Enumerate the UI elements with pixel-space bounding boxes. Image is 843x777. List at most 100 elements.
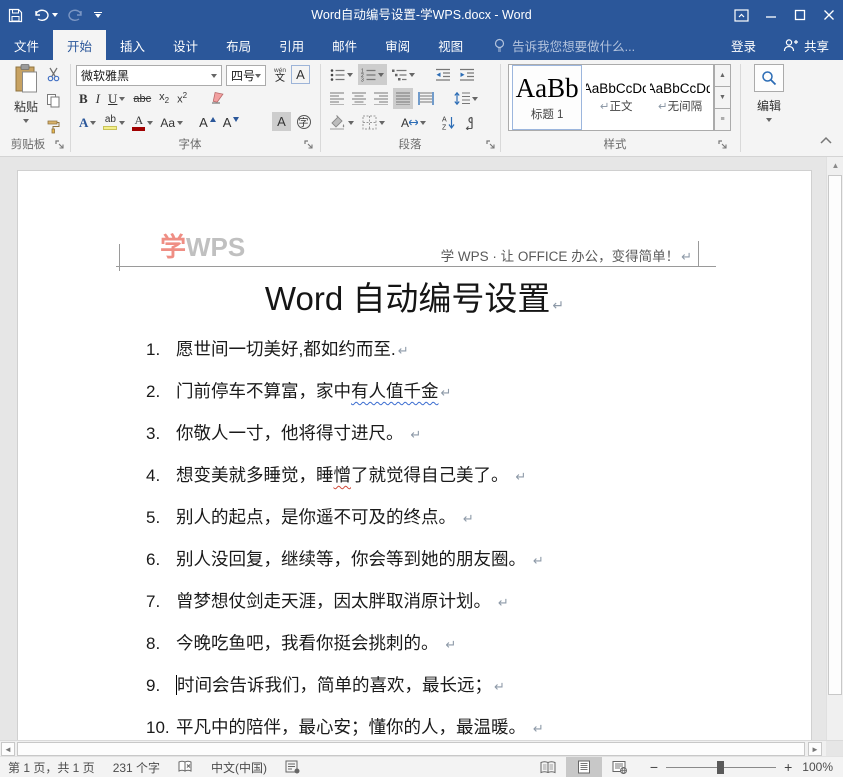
horizontal-scrollbar[interactable]: ◄ ► — [0, 740, 843, 756]
text-effects-button[interactable]: A — [76, 112, 99, 133]
minimize-button[interactable] — [756, 0, 785, 30]
change-case-button[interactable]: Aa — [157, 112, 186, 133]
list-item-7: 7.曾梦想仗剑走天涯，因太胖取消原计划。 ↵ — [146, 588, 509, 613]
bullets-button[interactable] — [327, 64, 356, 85]
group-label-font: 字体 — [150, 136, 230, 152]
scroll-up-icon[interactable]: ▲ — [827, 157, 843, 174]
format-painter-button[interactable] — [46, 119, 61, 137]
tab-insert[interactable]: 插入 — [106, 30, 159, 60]
show-hide-marks-button[interactable] — [461, 112, 480, 133]
maximize-button[interactable] — [785, 0, 814, 30]
style-heading1[interactable]: AaBb 标题 1 — [512, 65, 582, 130]
header-logo: 学WPS — [160, 227, 245, 264]
tab-review[interactable]: 审阅 — [371, 30, 424, 60]
zoom-percentage[interactable]: 100% — [802, 760, 833, 774]
shading-button[interactable] — [326, 112, 357, 133]
vertical-scrollbar-thumb[interactable] — [828, 175, 842, 695]
text-highlight-button[interactable]: ab — [100, 112, 128, 133]
tab-file[interactable]: 文件 — [0, 30, 53, 60]
styles-scroll-up-icon[interactable]: ▲ — [714, 64, 731, 87]
print-layout-button[interactable] — [566, 757, 602, 777]
character-border-button[interactable]: A — [291, 65, 310, 84]
sort-button[interactable]: AZ — [439, 112, 459, 133]
font-size-dropdown-icon — [255, 74, 261, 78]
decrease-indent-button[interactable] — [432, 64, 454, 85]
tab-references[interactable]: 引用 — [265, 30, 318, 60]
character-shading-button[interactable]: A — [272, 112, 291, 131]
subscript-button[interactable]: x2 — [156, 88, 172, 109]
copy-button[interactable] — [46, 93, 61, 111]
underline-dropdown-icon — [119, 97, 125, 101]
distribute-button[interactable] — [415, 88, 437, 109]
close-button[interactable] — [814, 0, 843, 30]
zoom-slider-knob[interactable] — [717, 761, 724, 774]
tell-me-box[interactable]: 告诉我您想要做什么... — [493, 30, 635, 60]
styles-gallery: AaBb 标题 1 AaBbCcDd ↵正文 AaBbCcDd ↵无间隔 — [508, 64, 714, 131]
cut-button[interactable] — [46, 67, 61, 85]
font-name-dropdown-icon — [211, 74, 217, 78]
font-dialog-launcher[interactable] — [304, 140, 316, 152]
signin-button[interactable]: 登录 — [719, 30, 768, 60]
zoom-out-button[interactable]: − — [650, 759, 658, 775]
phonetic-guide-button[interactable]: wén 文 — [270, 65, 290, 86]
font-name-combo[interactable]: 微软雅黑 — [76, 65, 222, 86]
tab-mailings[interactable]: 邮件 — [318, 30, 371, 60]
italic-button[interactable]: I — [93, 88, 103, 109]
vertical-scrollbar[interactable]: ▲ — [826, 157, 843, 740]
clipboard-dialog-launcher[interactable] — [55, 140, 67, 152]
group-label-styles: 样式 — [575, 136, 655, 152]
web-layout-button[interactable] — [602, 757, 638, 777]
paste-clipboard-icon — [13, 64, 39, 94]
scroll-left-icon[interactable]: ◄ — [1, 742, 15, 756]
styles-scroll-down-icon[interactable]: ▼ — [714, 87, 731, 109]
word-count[interactable]: 231 个字 — [113, 759, 160, 776]
align-center-button[interactable] — [349, 88, 369, 109]
group-label-paragraph: 段落 — [370, 136, 450, 152]
grammar-underline: 有人值千金 — [351, 381, 439, 401]
zoom-slider[interactable] — [666, 757, 776, 777]
ribbon-display-options-button[interactable] — [727, 0, 756, 30]
numbering-button[interactable]: 123 — [358, 64, 387, 85]
zoom-in-button[interactable]: + — [784, 759, 792, 775]
page-indicator[interactable]: 第 1 页，共 1 页 — [8, 759, 95, 776]
horizontal-scrollbar-thumb[interactable] — [17, 742, 805, 756]
style-normal[interactable]: AaBbCcDd ↵正文 — [586, 65, 646, 130]
proofing-icon[interactable] — [178, 760, 193, 774]
paragraph-dialog-launcher[interactable] — [486, 140, 498, 152]
paste-button[interactable]: 粘贴 — [6, 64, 46, 123]
font-size-combo[interactable]: 四号 — [226, 65, 266, 86]
styles-more-icon[interactable]: ≡ — [714, 109, 731, 131]
editing-button[interactable]: 编辑 — [750, 64, 788, 122]
align-right-button[interactable] — [371, 88, 391, 109]
tab-layout[interactable]: 布局 — [212, 30, 265, 60]
bold-button[interactable]: B — [76, 88, 91, 109]
borders-button[interactable] — [359, 112, 388, 133]
tab-design[interactable]: 设计 — [159, 30, 212, 60]
increase-indent-button[interactable] — [456, 64, 478, 85]
clear-formatting-button[interactable] — [206, 88, 229, 109]
styles-dialog-launcher[interactable] — [718, 140, 730, 152]
read-mode-button[interactable] — [530, 757, 566, 777]
line-spacing-button[interactable] — [451, 88, 481, 109]
tab-home[interactable]: 开始 — [53, 30, 106, 60]
superscript-button[interactable]: x2 — [174, 88, 190, 109]
grow-font-button[interactable]: A — [196, 112, 219, 133]
multilevel-list-button[interactable] — [389, 64, 418, 85]
scroll-right-icon[interactable]: ► — [808, 742, 822, 756]
justify-button[interactable] — [393, 88, 413, 109]
tab-view[interactable]: 视图 — [424, 30, 477, 60]
underline-button[interactable]: U — [105, 88, 128, 109]
language-indicator[interactable]: 中文(中国) — [211, 759, 267, 776]
input-method-icon[interactable] — [285, 760, 300, 774]
enclose-characters-button[interactable]: 字 — [294, 112, 313, 131]
find-icon — [761, 70, 777, 86]
share-button[interactable]: 共享 — [768, 30, 843, 60]
document-page[interactable]: 学WPS 学 WPS · 让 OFFICE 办公，变得简单！↵ Word 自动编… — [17, 170, 812, 740]
asian-layout-button[interactable]: A — [398, 112, 429, 133]
collapse-ribbon-icon[interactable] — [818, 134, 834, 151]
align-left-button[interactable] — [327, 88, 347, 109]
strikethrough-button[interactable]: abc — [130, 88, 154, 109]
font-color-button[interactable]: A — [129, 112, 156, 133]
style-nospacing[interactable]: AaBbCcDd ↵无间隔 — [650, 65, 710, 130]
shrink-font-button[interactable]: A — [220, 112, 243, 133]
